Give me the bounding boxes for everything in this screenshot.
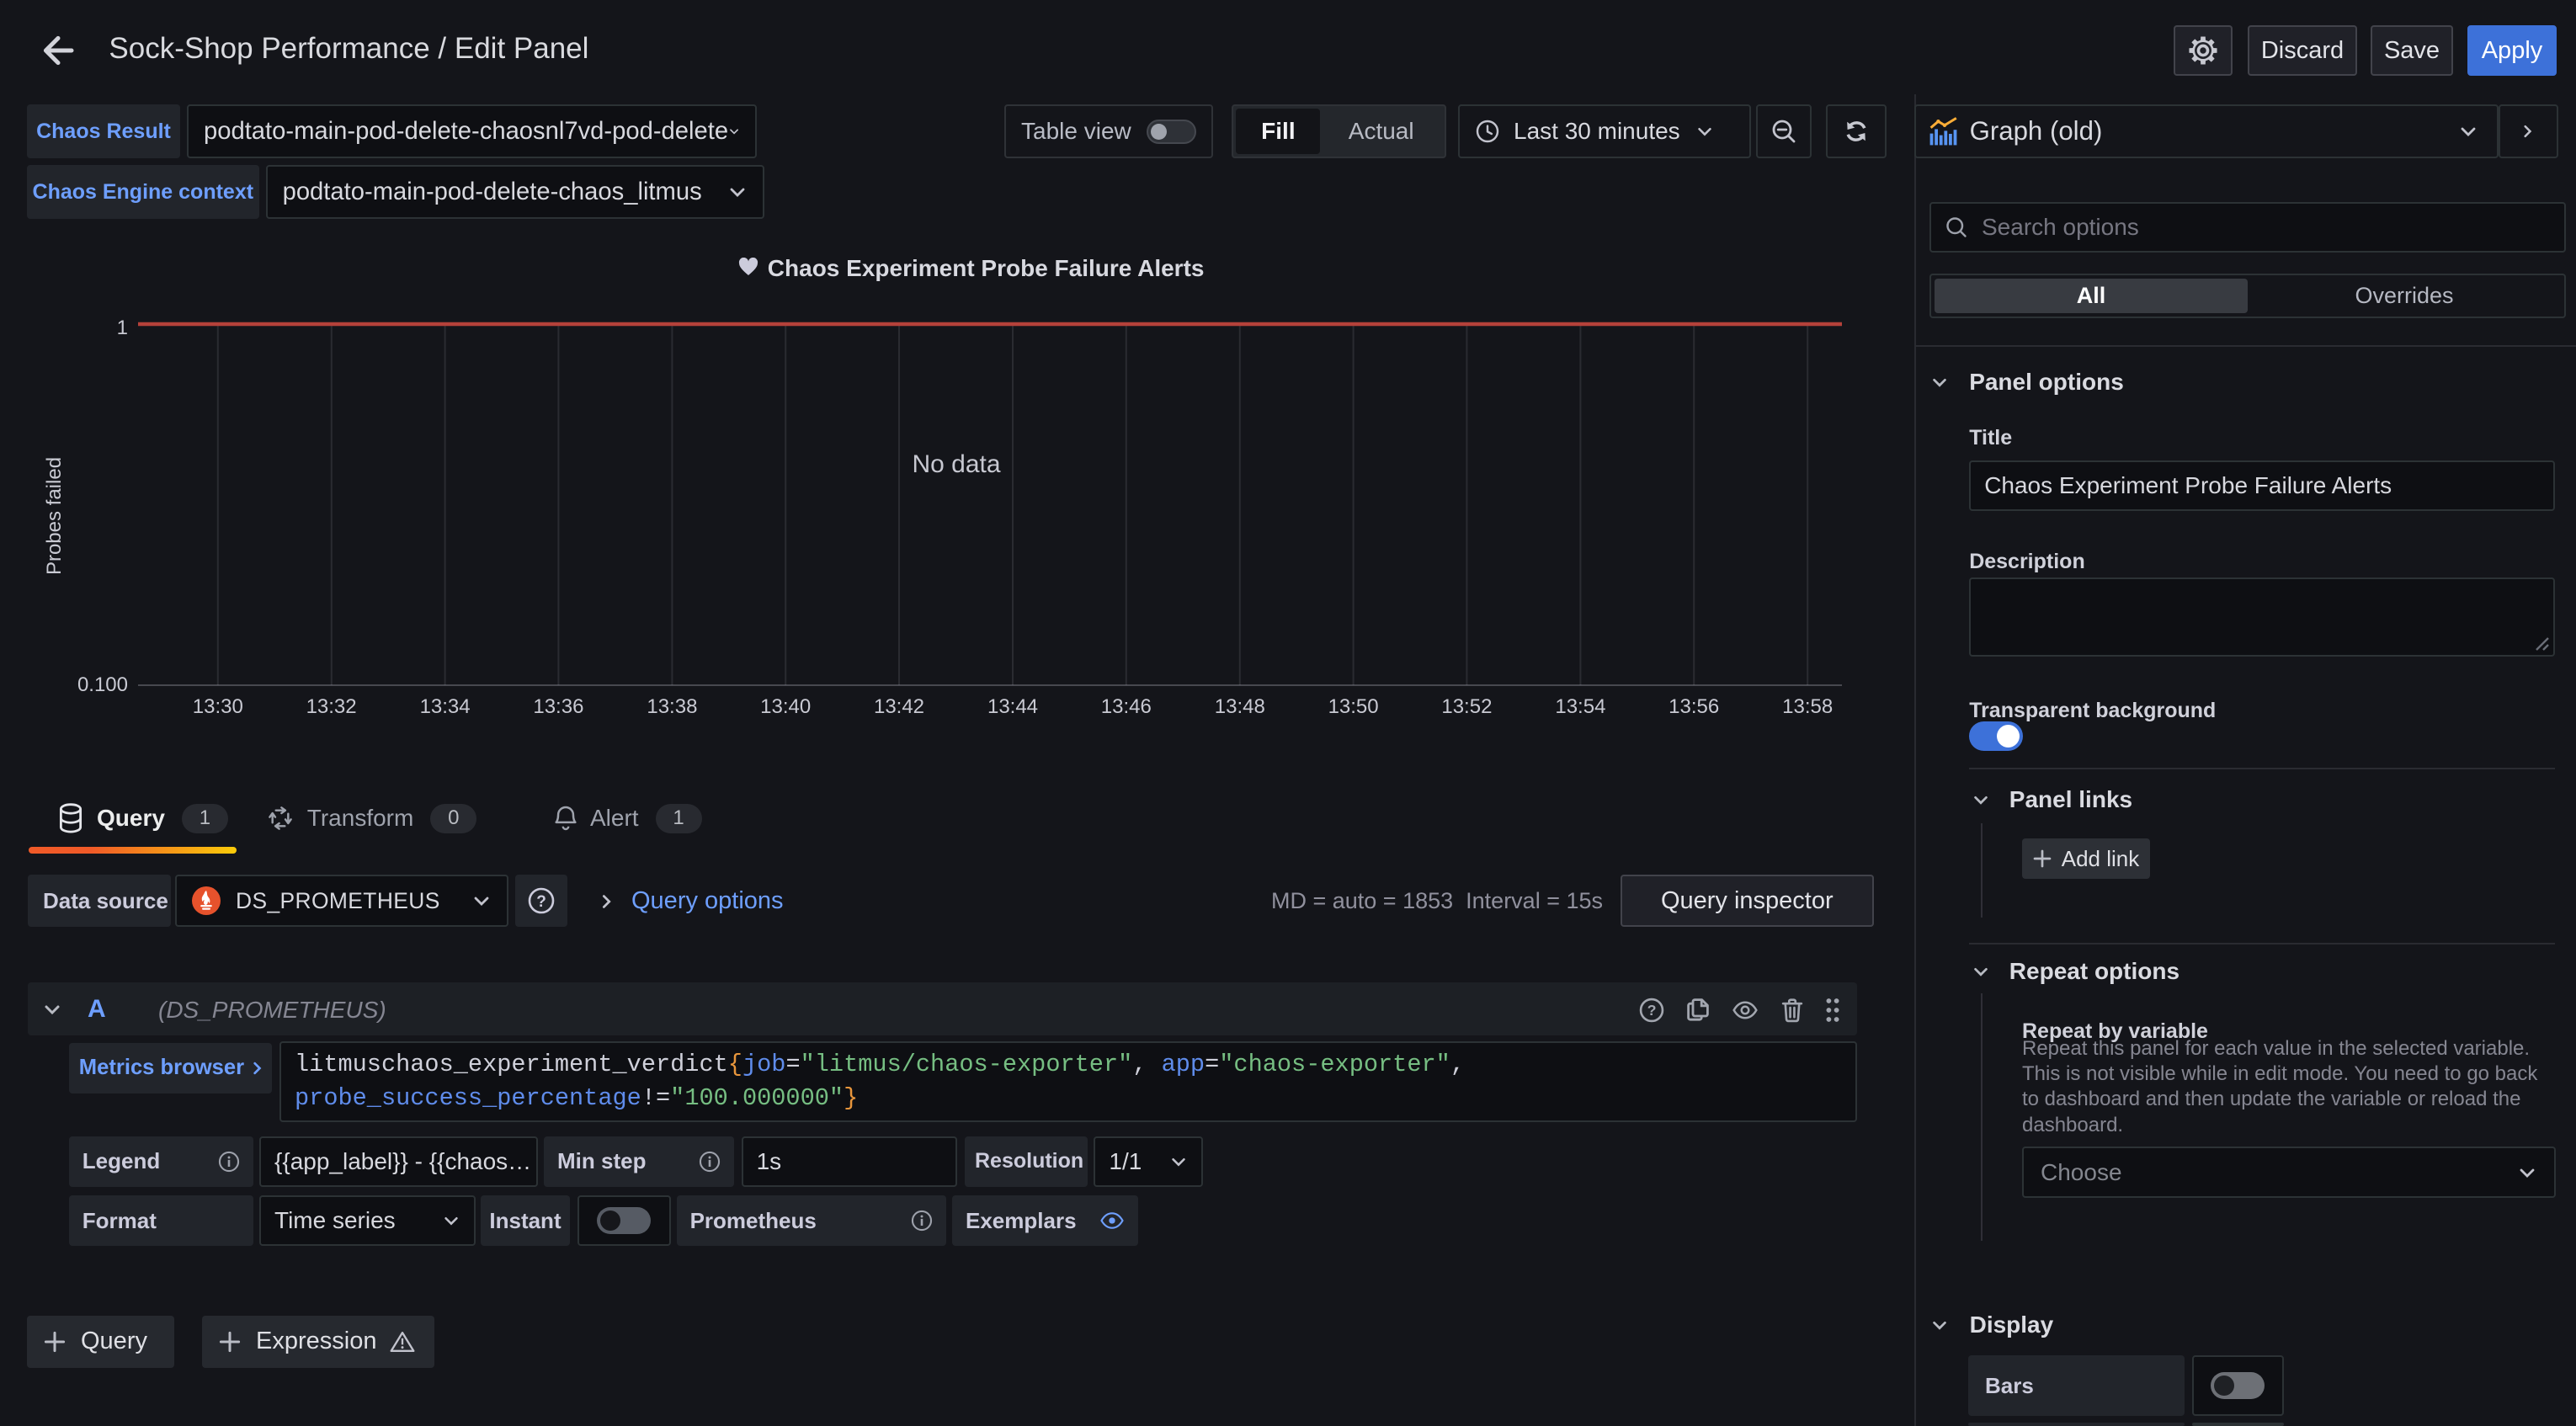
- svg-text:?: ?: [536, 893, 546, 911]
- svg-text:?: ?: [1647, 1002, 1657, 1019]
